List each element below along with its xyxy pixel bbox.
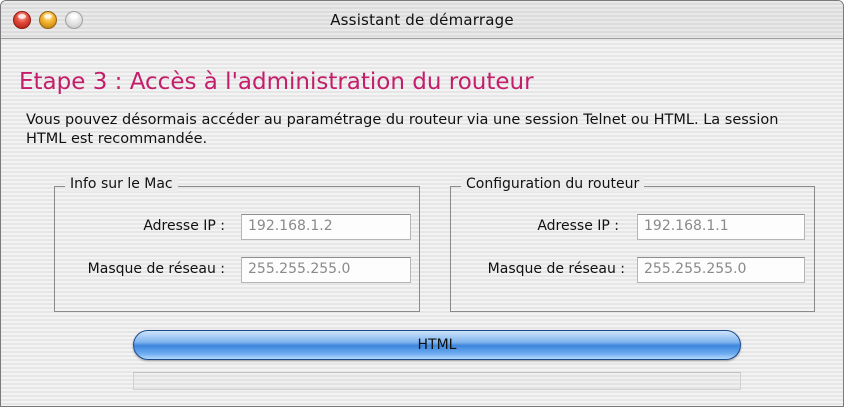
router-mask-field[interactable]: 255.255.255.0 xyxy=(637,257,805,283)
mac-ip-label: Adresse IP : xyxy=(143,218,225,234)
window-title: Assistant de démarrage xyxy=(330,11,514,29)
step-description: Vous pouvez désormais accéder au paramét… xyxy=(26,112,779,147)
router-ip-field[interactable]: 192.168.1.1 xyxy=(637,214,805,240)
step-heading: Etape 3 : Accès à l'administration du ro… xyxy=(19,69,534,95)
title-bar[interactable]: Assistant de démarrage xyxy=(1,1,843,39)
mac-info-group: Info sur le Mac Adresse IP : 192.168.1.2… xyxy=(54,176,420,312)
router-config-group: Configuration du routeur Adresse IP : 19… xyxy=(450,176,815,312)
html-session-button[interactable]: HTML xyxy=(133,330,741,360)
setup-assistant-window: Assistant de démarrage Etape 3 : Accès à… xyxy=(0,0,844,407)
mac-mask-label: Masque de réseau : xyxy=(87,261,225,277)
mac-mask-field[interactable]: 255.255.255.0 xyxy=(241,257,411,283)
router-ip-label: Adresse IP : xyxy=(537,218,619,234)
mac-ip-field[interactable]: 192.168.1.2 xyxy=(241,214,411,240)
router-config-title: Configuration du routeur xyxy=(461,176,645,192)
progress-bar xyxy=(133,372,741,390)
router-mask-label: Masque de réseau : xyxy=(487,261,625,277)
mac-info-title: Info sur le Mac xyxy=(65,176,178,192)
